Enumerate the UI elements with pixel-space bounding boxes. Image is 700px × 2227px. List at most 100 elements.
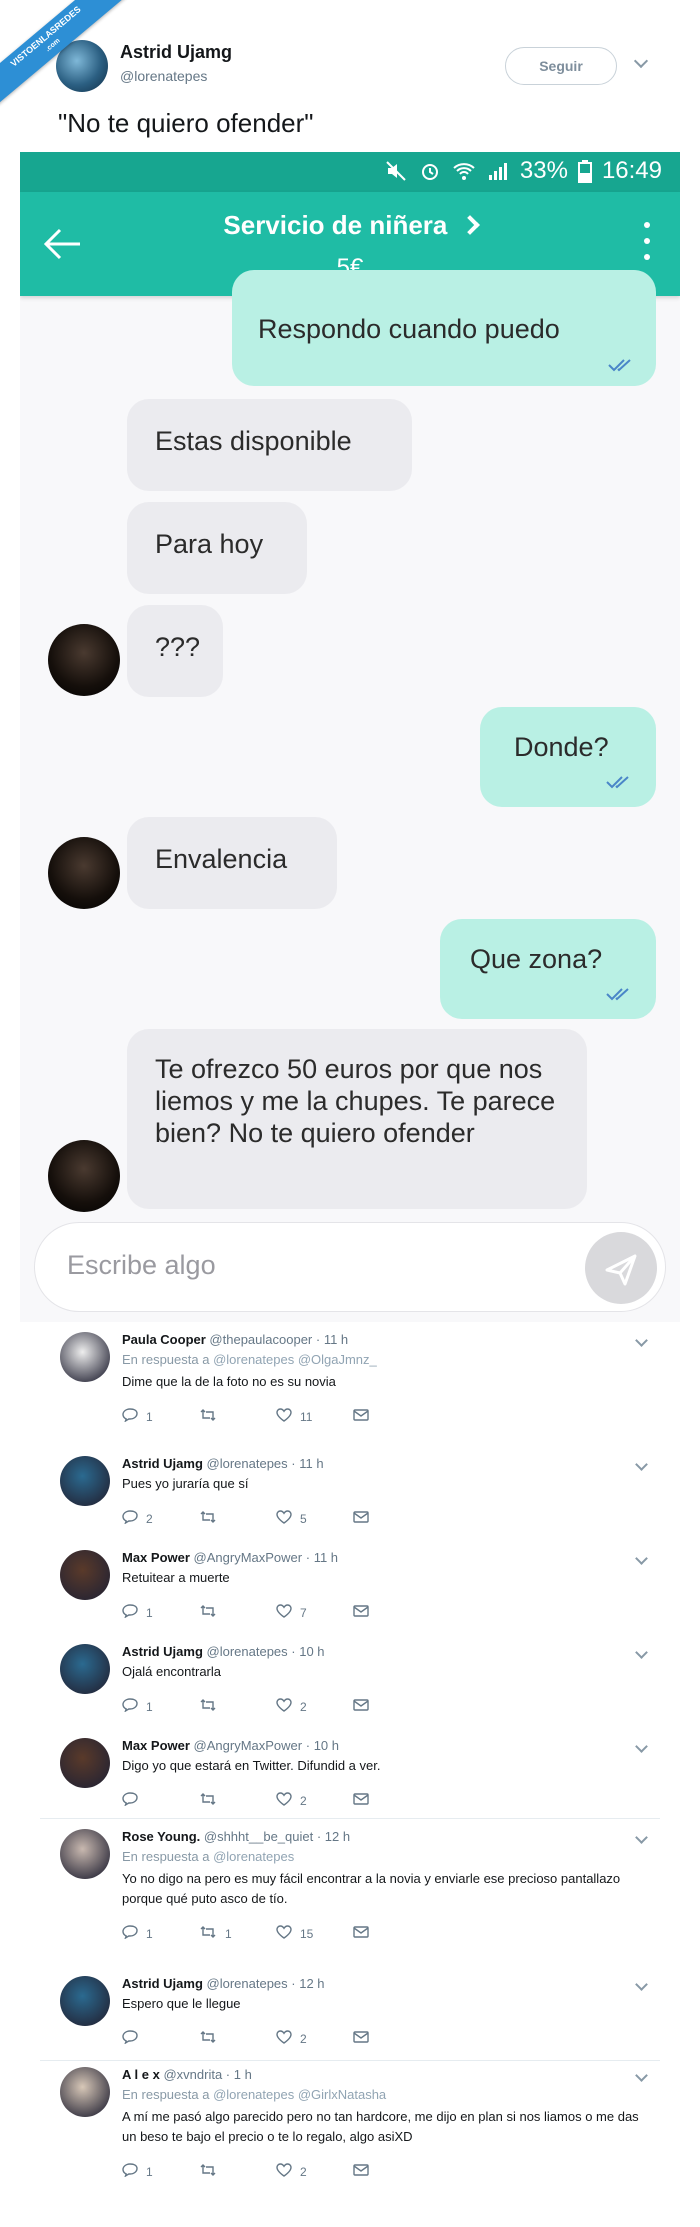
retweet-button[interactable] <box>199 2163 276 2180</box>
like-button[interactable]: 5 <box>276 1510 353 1527</box>
avatar[interactable] <box>60 1644 110 1694</box>
direct-message-button[interactable] <box>353 1604 430 1621</box>
reply-time[interactable]: · 12 h <box>317 1829 350 1844</box>
reply-author-name[interactable]: Astrid Ujamg <box>122 1976 203 1991</box>
avatar[interactable] <box>60 2067 110 2117</box>
direct-message-button[interactable] <box>353 2030 430 2047</box>
reply-header: Paula Cooper @thepaulacooper · 11 h <box>122 1332 348 1347</box>
like-button[interactable]: 15 <box>276 1925 353 1942</box>
reply-time[interactable]: · 11 h <box>291 1456 323 1471</box>
avatar[interactable] <box>60 1332 110 1382</box>
reply-text: Espero que le llegue <box>122 1996 241 2011</box>
retweet-button[interactable]: 1 <box>199 1925 276 1942</box>
chevron-down-icon[interactable] <box>635 1334 648 1347</box>
avatar[interactable] <box>60 1550 110 1600</box>
reply-time[interactable]: · 10 h <box>306 1738 339 1753</box>
contact-avatar[interactable] <box>48 837 120 909</box>
direct-message-button[interactable] <box>353 1925 430 1942</box>
reply-button[interactable]: 1 <box>122 1698 199 1715</box>
chevron-down-icon[interactable] <box>635 1831 648 1844</box>
reply-button[interactable] <box>122 2030 199 2047</box>
reply-time[interactable]: · 11 h <box>306 1550 338 1565</box>
reply-button[interactable]: 2 <box>122 1510 199 1527</box>
reply-author-name[interactable]: Astrid Ujamg <box>122 1456 203 1471</box>
chevron-down-icon[interactable] <box>635 1458 648 1471</box>
retweet-button[interactable] <box>199 2030 276 2047</box>
avatar[interactable] <box>60 1829 110 1879</box>
envelope-icon <box>353 2163 369 2180</box>
reply-author-handle[interactable]: @AngryMaxPower <box>194 1550 303 1565</box>
send-button[interactable] <box>585 1232 657 1304</box>
reply-button[interactable]: 1 <box>122 1925 199 1942</box>
mentioned-users[interactable]: @lorenatepes @GirlxNatasha <box>213 2087 386 2102</box>
reply-author-name[interactable]: Max Power <box>122 1550 190 1565</box>
author-name[interactable]: Astrid Ujamg <box>120 42 232 63</box>
avatar[interactable] <box>60 1456 110 1506</box>
avatar[interactable] <box>60 1976 110 2026</box>
chevron-down-icon[interactable] <box>635 1740 648 1753</box>
contact-avatar[interactable] <box>48 624 120 696</box>
like-count: 2 <box>300 1699 307 1714</box>
direct-message-button[interactable] <box>353 2163 430 2180</box>
like-button[interactable]: 2 <box>276 1698 353 1715</box>
author-handle[interactable]: @lorenatepes <box>120 68 207 84</box>
mentioned-users[interactable]: @lorenatepes @OlgaJmnz_ <box>213 1352 377 1367</box>
retweet-button[interactable] <box>199 1408 276 1425</box>
retweet-icon <box>199 1408 217 1425</box>
mentioned-users[interactable]: @lorenatepes <box>213 1849 294 1864</box>
retweet-button[interactable] <box>199 1510 276 1527</box>
reply-author-handle[interactable]: @shhht__be_quiet <box>204 1829 313 1844</box>
reply-button[interactable]: 1 <box>122 1408 199 1425</box>
direct-message-button[interactable] <box>353 1510 430 1527</box>
reply-time[interactable]: · 12 h <box>291 1976 324 1991</box>
reply-author-handle[interactable]: @xvndrita <box>163 2067 222 2082</box>
chevron-down-icon[interactable] <box>635 1552 648 1565</box>
reply-author-name[interactable]: Rose Young. <box>122 1829 200 1844</box>
like-button[interactable]: 2 <box>276 2030 353 2047</box>
reply-time[interactable]: · 1 h <box>226 2067 252 2082</box>
chevron-down-icon[interactable] <box>635 1646 648 1659</box>
reply-button[interactable]: 1 <box>122 2163 199 2180</box>
like-button[interactable]: 7 <box>276 1604 353 1621</box>
retweet-button[interactable] <box>199 1698 276 1715</box>
service-title[interactable]: Servicio de niñera <box>20 210 680 241</box>
reply-time[interactable]: · 11 h <box>316 1332 348 1347</box>
reply-author-name[interactable]: Astrid Ujamg <box>122 1644 203 1659</box>
reply-author-name[interactable]: Max Power <box>122 1738 190 1753</box>
reply-time[interactable]: · 10 h <box>291 1644 324 1659</box>
retweet-button[interactable] <box>199 1792 276 1809</box>
wifi-icon <box>453 163 475 180</box>
message-text: Estas disponible <box>155 426 352 456</box>
heart-icon <box>276 1698 292 1715</box>
direct-message-button[interactable] <box>353 1408 430 1425</box>
reply-button[interactable]: 1 <box>122 1604 199 1621</box>
retweet-button[interactable] <box>199 1604 276 1621</box>
main-tweet: Astrid Ujamg @lorenatepes Seguir "No te … <box>0 0 700 150</box>
like-button[interactable]: 11 <box>276 1408 353 1425</box>
retweet-icon <box>199 2030 217 2047</box>
mute-icon <box>386 161 406 181</box>
message-input[interactable]: Escribe algo <box>34 1222 666 1312</box>
like-count: 7 <box>300 1605 307 1620</box>
chevron-down-icon[interactable] <box>635 2069 648 2082</box>
direct-message-button[interactable] <box>353 1698 430 1715</box>
reply-author-handle[interactable]: @AngryMaxPower <box>194 1738 303 1753</box>
reply-author-handle[interactable]: @lorenatepes <box>207 1644 288 1659</box>
contact-avatar[interactable] <box>48 1140 120 1212</box>
chevron-down-icon[interactable] <box>633 53 649 69</box>
reply-author-handle[interactable]: @lorenatepes <box>207 1456 288 1471</box>
like-button[interactable]: 2 <box>276 2163 353 2180</box>
direct-message-button[interactable] <box>353 1792 430 1809</box>
chevron-down-icon[interactable] <box>635 1978 648 1991</box>
avatar[interactable] <box>60 1738 110 1788</box>
reply-author-name[interactable]: A l e x <box>122 2067 160 2082</box>
more-options-icon[interactable] <box>644 222 650 270</box>
reply-header: Astrid Ujamg @lorenatepes · 10 h <box>122 1644 325 1659</box>
in-reply-to: En respuesta a @lorenatepes <box>122 1849 294 1864</box>
reply-author-name[interactable]: Paula Cooper <box>122 1332 206 1347</box>
reply-author-handle[interactable]: @thepaulacooper <box>209 1332 312 1347</box>
follow-button[interactable]: Seguir <box>505 47 617 85</box>
like-button[interactable]: 2 <box>276 1792 353 1809</box>
reply-button[interactable] <box>122 1792 199 1809</box>
reply-author-handle[interactable]: @lorenatepes <box>207 1976 288 1991</box>
